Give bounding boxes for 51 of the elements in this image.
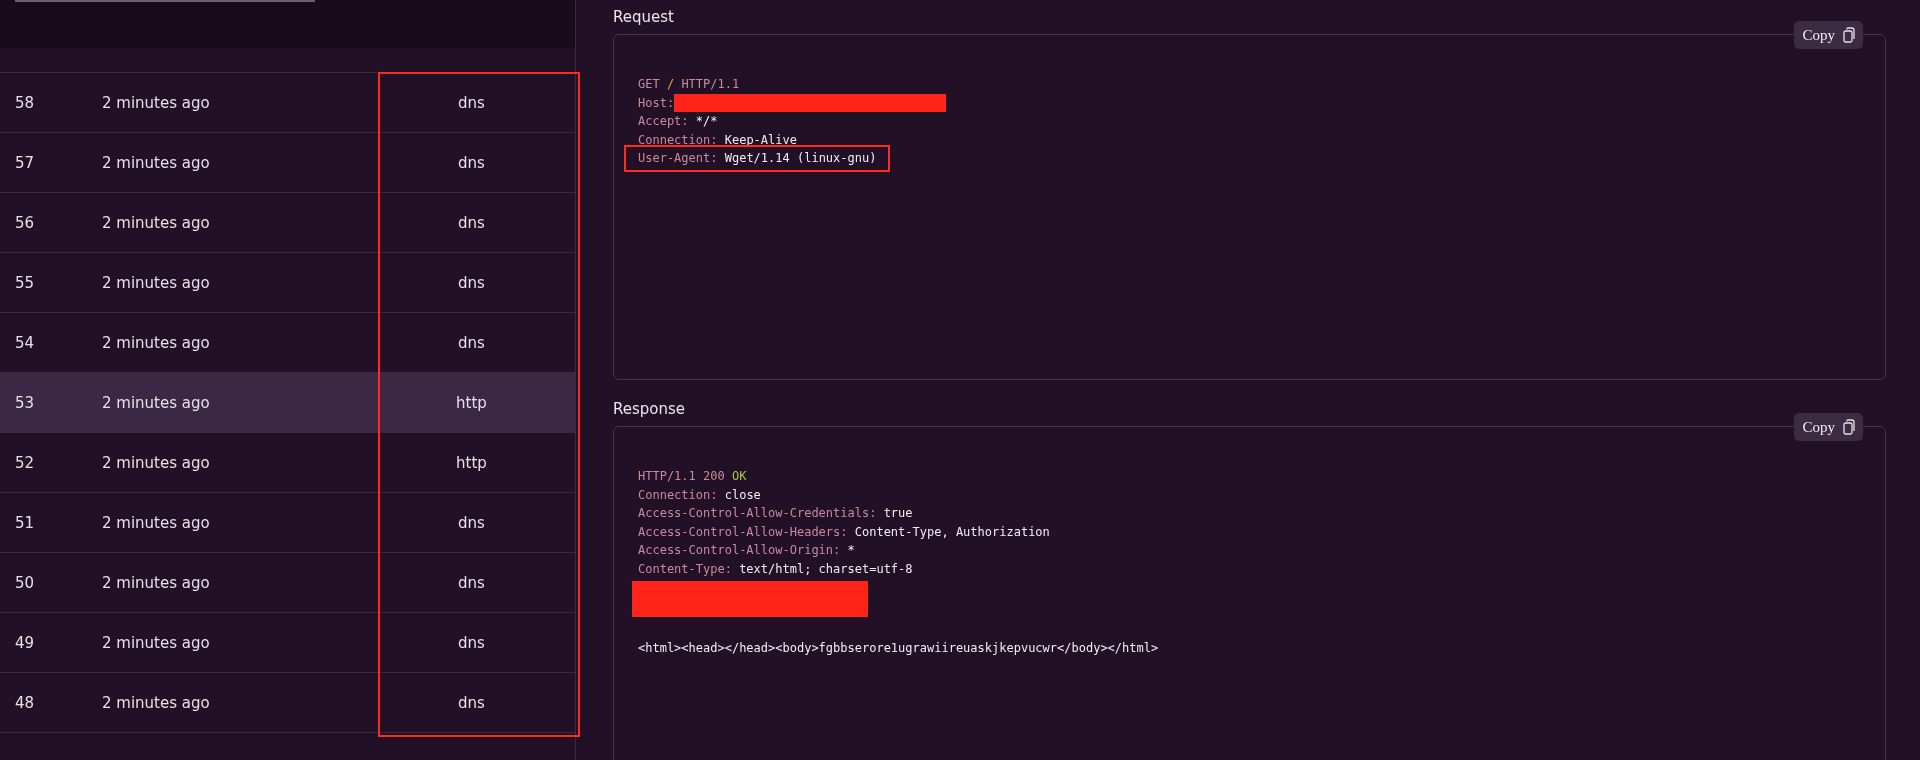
copy-button[interactable]: Copy (1794, 21, 1863, 49)
table-cell-text: dns (457, 573, 486, 592)
table-cell-text: dns (457, 273, 486, 292)
table-cell-text: 2 minutes ago (102, 453, 211, 472)
table-cell-text: 2 minutes ago (102, 153, 211, 172)
code-line: Access-Control-Allow-Headers: Content-Type, Authorization (638, 523, 1050, 541)
table-cell-text: 2 minutes ago (102, 513, 211, 532)
table-cell-text: http (455, 453, 488, 472)
code-line: Accept: */* (638, 113, 718, 131)
table-cell-text: 2 minutes ago (102, 93, 211, 112)
copy-icon (1843, 419, 1855, 435)
table-cell-text: 53 (14, 393, 36, 412)
table-cell-text: 2 minutes ago (102, 333, 211, 352)
code-line: Connection: Keep-Alive (638, 131, 797, 149)
table-cell-text: 55 (14, 273, 36, 292)
table-cell-text: 54 (14, 333, 36, 352)
table-cell-text: dns (457, 513, 486, 532)
table-cell-text: 57 (14, 153, 36, 172)
table-cell-text: 51 (14, 513, 36, 532)
table-cell-text: 48 (14, 693, 36, 712)
table-cell-text: 52 (14, 453, 36, 472)
table-cell-text: 58 (14, 93, 36, 112)
table-cell-text: 2 minutes ago (102, 573, 211, 592)
table-cell-text: dns (457, 93, 486, 112)
table-cell-text: 2 minutes ago (102, 393, 211, 412)
table-row[interactable]: 53 2 minutes ago http (0, 373, 575, 433)
table-cell-text: dns (457, 333, 486, 352)
table-cell-text: http (455, 393, 488, 412)
table-cell-text: dns (457, 633, 486, 652)
code-line: Content-Type: text/html; charset=utf-8 (638, 560, 913, 578)
code-line: Access-Control-Allow-Credentials: true (638, 505, 913, 523)
code-line: HTTP/1.1 200 OK (638, 468, 747, 485)
copy-icon (1843, 27, 1855, 43)
table-cell-text: 2 minutes ago (102, 213, 211, 232)
code-line: Access-Control-Allow-Origin: * (638, 542, 855, 560)
code-line: GET / HTTP/1.1 (638, 76, 740, 93)
table-cell-text: 56 (14, 213, 36, 232)
table-cell-text: 50 (14, 573, 36, 592)
table-cell-text: 2 minutes ago (102, 633, 211, 652)
table-cell-text: dns (457, 213, 486, 232)
section-title: Response (613, 400, 687, 418)
code-line: <html><head></head><body>fgbbserore1ugrawiireuaskjkepvucwr</body></html> (638, 640, 1159, 658)
table-cell-text: dns (457, 693, 486, 712)
code-line: Host: (638, 93, 947, 113)
table-cell-text: dns (457, 153, 486, 172)
copy-button[interactable]: Copy (1794, 413, 1863, 441)
table-cell-text: 2 minutes ago (102, 693, 211, 712)
table-cell-text: 2 minutes ago (102, 273, 211, 292)
section-title: Request (613, 8, 675, 26)
code-line: Connection: close (638, 486, 761, 504)
table-cell-text: 49 (14, 633, 36, 652)
